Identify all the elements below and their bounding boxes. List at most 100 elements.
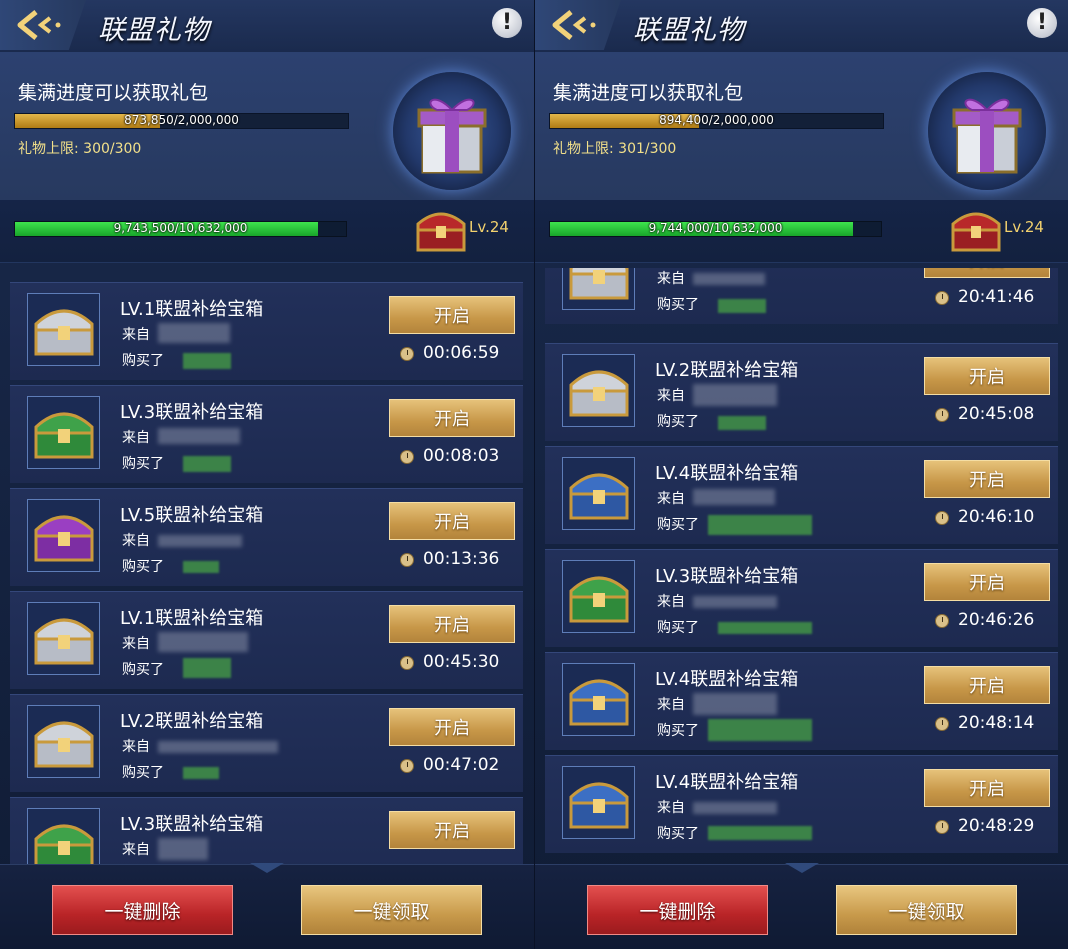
treasure-chest-icon: [34, 721, 94, 768]
list-item: LV.1联盟补给宝箱 来自 购买了 开启 00:45:30: [10, 591, 523, 689]
header-bar: 联盟礼物 !: [0, 0, 534, 53]
page-title: 联盟礼物: [633, 15, 745, 46]
open-button[interactable]: 开启: [389, 811, 515, 849]
treasure-chest-icon: [569, 370, 629, 417]
chevron-left-icon: [552, 10, 596, 40]
gift-progress-text: 873,850/2,000,000: [124, 113, 239, 127]
item-timer: 00:47:02: [423, 755, 500, 775]
item-title: LV.4联盟补给宝箱: [655, 772, 799, 793]
list-item: LV.4联盟补给宝箱 来自 购买了 开启 20:46:10: [545, 446, 1058, 544]
scroll-indicator: [785, 863, 819, 873]
item-icon-frame: [562, 457, 635, 530]
item-bought-label: 购买了: [657, 517, 699, 533]
exclamation-icon: !: [1036, 10, 1048, 35]
item-bought-label: 购买了: [122, 765, 164, 781]
info-button[interactable]: !: [492, 8, 522, 38]
gift-progress-bar: 894,400/2,000,000: [549, 113, 884, 129]
header-bar: 联盟礼物 !: [535, 0, 1068, 53]
redacted-name: [158, 741, 278, 753]
item-timer: 00:45:30: [423, 652, 500, 672]
list-item: 来自 购买了 开启 20:41:46: [545, 268, 1058, 324]
open-button[interactable]: 开启: [389, 605, 515, 643]
redacted-name: [693, 693, 777, 715]
gift-progress-section: 集满进度可以获取礼包 873,850/2,000,000 礼物上限: 300/3…: [0, 52, 534, 200]
clock-icon: [935, 614, 949, 628]
exclamation-icon: !: [501, 10, 513, 35]
gift-progress-text: 894,400/2,000,000: [659, 113, 774, 127]
info-button[interactable]: !: [1027, 8, 1057, 38]
list-item: LV.1联盟补给宝箱 来自 购买了 开启 00:06:59: [10, 282, 523, 380]
open-button[interactable]: 开启: [389, 296, 515, 334]
gift-progress-bar: 873,850/2,000,000: [14, 113, 349, 129]
treasure-chest-icon: [569, 473, 629, 520]
redacted-item: [183, 767, 219, 779]
redacted-item: [183, 658, 231, 678]
alliance-level-bar: 9,744,000/10,632,000: [549, 221, 882, 237]
back-button[interactable]: [535, 0, 621, 50]
item-icon-frame: [562, 560, 635, 633]
item-icon-frame: [562, 766, 635, 839]
redacted-name: [693, 273, 765, 285]
list-item: LV.2联盟补给宝箱 来自 购买了 开启 20:45:08: [545, 343, 1058, 441]
back-button[interactable]: [0, 0, 86, 50]
item-timer: 00:08:03: [423, 446, 500, 466]
delete-all-button[interactable]: 一键删除: [52, 885, 233, 935]
open-button[interactable]: 开启: [924, 769, 1050, 807]
item-bought-label: 购买了: [657, 826, 699, 842]
open-button[interactable]: 开启: [389, 502, 515, 540]
item-bought-label: 购买了: [122, 353, 164, 369]
item-timer: 20:41:46: [958, 287, 1035, 307]
redacted-name: [158, 632, 248, 652]
item-from-label: 来自: [657, 800, 685, 816]
clock-icon: [400, 553, 414, 567]
open-button[interactable]: 开启: [389, 399, 515, 437]
item-timer: 20:48:29: [958, 816, 1035, 836]
gift-list[interactable]: 来自 购买了 开启 20:41:46 LV.2联盟补给宝箱 来自 购买了 开启: [535, 268, 1068, 864]
gift-box-icon[interactable]: [928, 72, 1046, 190]
delete-all-button[interactable]: 一键删除: [587, 885, 768, 935]
redacted-item: [708, 719, 812, 741]
item-from-label: 来自: [122, 842, 150, 858]
item-bought-label: 购买了: [122, 662, 164, 678]
clock-icon: [935, 291, 949, 305]
claim-all-button[interactable]: 一键领取: [301, 885, 482, 935]
item-timer: 20:46:10: [958, 507, 1035, 527]
item-from-label: 来自: [657, 697, 685, 713]
claim-all-button[interactable]: 一键领取: [836, 885, 1017, 935]
item-from-label: 来自: [122, 636, 150, 652]
redacted-item: [708, 826, 812, 840]
bottom-action-bar: 一键删除 一键领取: [0, 863, 534, 949]
treasure-chest-icon: [34, 618, 94, 665]
open-button[interactable]: 开启: [389, 708, 515, 746]
item-icon-frame: [27, 499, 100, 572]
redacted-item: [183, 456, 231, 472]
item-title: LV.3联盟补给宝箱: [655, 566, 799, 587]
clock-icon: [935, 820, 949, 834]
clock-icon: [400, 759, 414, 773]
gift-list[interactable]: LV.1联盟补给宝箱 来自 购买了 开启 00:06:59 LV.3联盟补给宝箱…: [0, 268, 534, 864]
clock-icon: [935, 717, 949, 731]
gift-box-icon[interactable]: [393, 72, 511, 190]
open-button[interactable]: 开启: [924, 357, 1050, 395]
open-button[interactable]: 开启: [924, 666, 1050, 704]
item-title: LV.1联盟补给宝箱: [120, 608, 264, 629]
open-button[interactable]: 开启: [924, 268, 1050, 278]
item-icon-frame: [27, 705, 100, 778]
alliance-level-bar: 9,743,500/10,632,000: [14, 221, 347, 237]
list-item: LV.2联盟补给宝箱 来自 购买了 开启 00:47:02: [10, 694, 523, 792]
item-from-label: 来自: [122, 430, 150, 446]
redacted-item: [708, 515, 812, 535]
list-item: LV.3联盟补给宝箱 来自 开启: [10, 797, 523, 864]
open-button[interactable]: 开启: [924, 460, 1050, 498]
clock-icon: [935, 511, 949, 525]
item-icon-frame: [27, 396, 100, 469]
item-title: LV.4联盟补给宝箱: [655, 669, 799, 690]
item-from-label: 来自: [657, 271, 685, 287]
redacted-name: [158, 323, 230, 343]
item-bought-label: 购买了: [657, 297, 699, 313]
progress-title: 集满进度可以获取礼包: [18, 82, 209, 104]
open-button[interactable]: 开启: [924, 563, 1050, 601]
item-title: LV.4联盟补给宝箱: [655, 463, 799, 484]
treasure-chest-icon: [34, 515, 94, 562]
item-icon-frame: [562, 663, 635, 736]
